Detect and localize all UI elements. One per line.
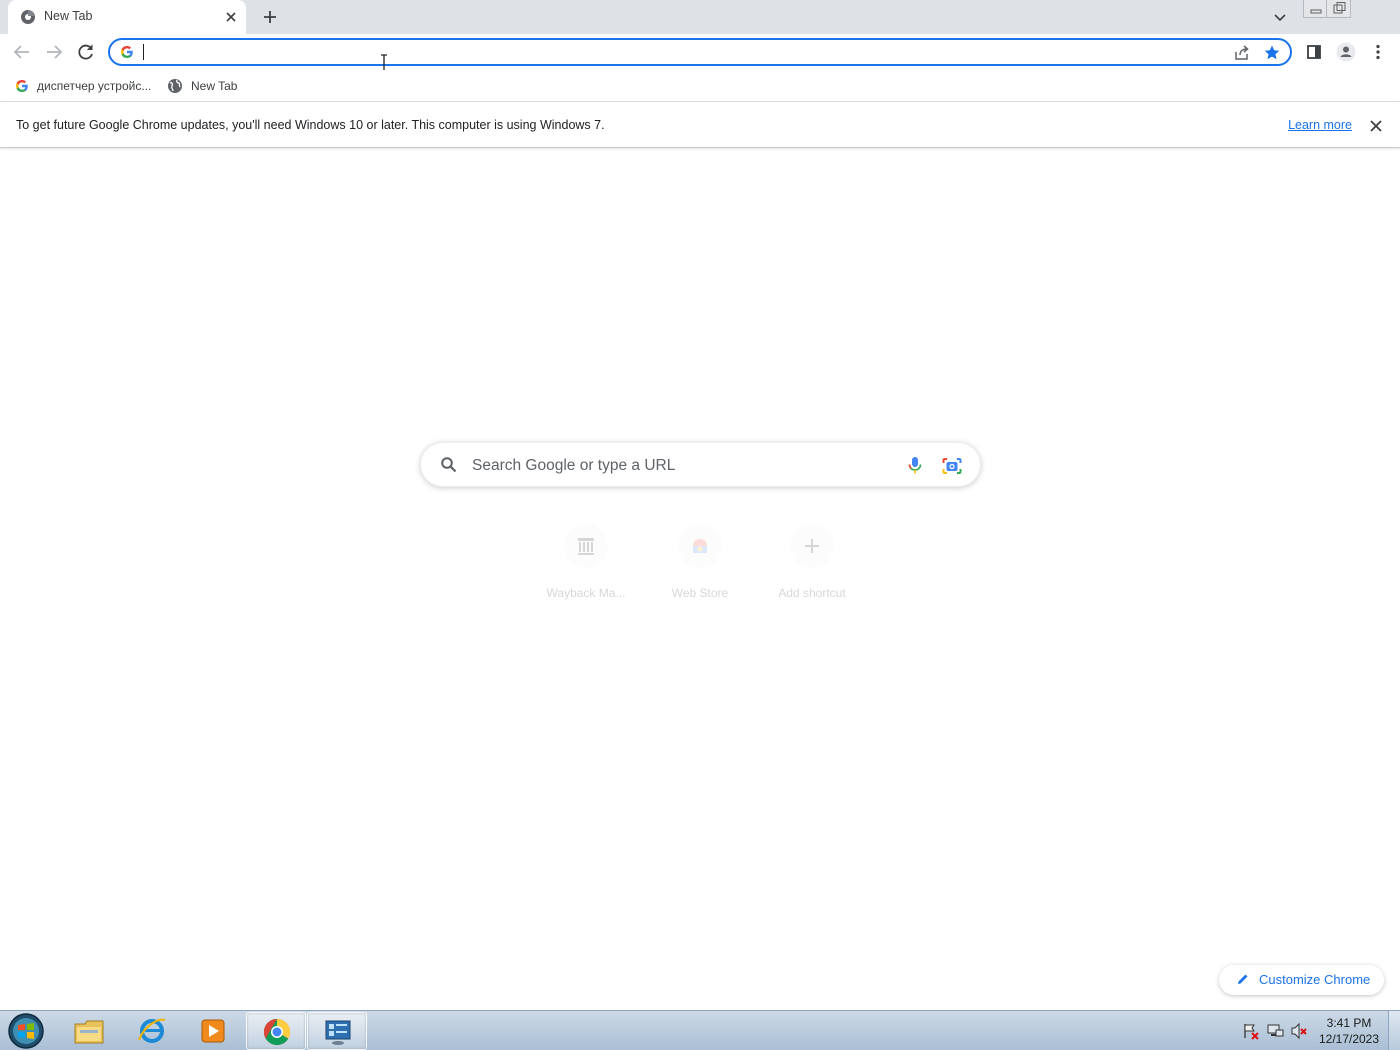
google-g-icon [16,80,28,92]
bookmarks-bar: диспетчер устройс... New Tab [0,70,1400,102]
address-bar[interactable] [108,38,1292,66]
internet-explorer-icon [138,1018,166,1043]
windows-start-orb-icon[interactable] [6,1012,46,1050]
shortcut-label: Wayback Ma... [546,586,626,600]
restore-icon [1333,2,1346,14]
shortcut-wayback-machine[interactable]: Wayback Ma... [530,520,642,604]
infobar-message: To get future Google Chrome updates, you… [16,118,605,132]
bookmark-device-manager[interactable]: диспетчер устройс... [15,76,151,96]
ntp-search-box[interactable]: Search Google or type a URL [420,442,981,487]
folder-icon [74,1020,104,1044]
bookmark-new-tab[interactable]: New Tab [167,76,237,96]
taskbar-control-panel[interactable] [307,1012,367,1050]
add-plus-icon [805,539,819,553]
google-lens-camera-icon[interactable] [941,455,963,477]
search-icon [441,457,457,473]
menu-kebab-icon[interactable] [1367,41,1389,63]
close-tab-icon[interactable] [222,8,240,26]
network-icon[interactable] [1266,1022,1284,1040]
shortcut-tile [678,524,722,568]
archive-building-icon [578,538,594,555]
voice-search-mic-icon[interactable] [905,455,925,475]
taskbar-internet-explorer[interactable] [122,1012,182,1050]
bookmark-label: New Tab [191,79,238,93]
windows-taskbar: 3:41 PM 12/17/2023 [0,1010,1400,1050]
shortcut-tile [564,524,608,568]
shortcut-add[interactable]: Add shortcut [756,520,868,604]
address-bar-text [143,44,144,60]
globe-icon [168,79,182,93]
share-icon[interactable] [1232,43,1252,63]
back-arrow-icon[interactable] [11,41,33,63]
media-player-icon [201,1019,225,1043]
tab-strip: New Tab [0,0,1400,34]
show-desktop-button[interactable] [1388,1011,1400,1050]
customize-chrome-label: Customize Chrome [1259,972,1371,987]
shortcut-tile [790,524,834,568]
update-infobar: To get future Google Chrome updates, you… [0,103,1400,148]
google-g-icon [121,46,133,58]
taskbar-clock[interactable]: 3:41 PM 12/17/2023 [1312,1015,1386,1047]
bookmark-label: диспетчер устройс... [37,79,152,93]
minimize-icon [1310,9,1322,14]
tab-search-chevron-icon[interactable] [1270,7,1290,27]
forward-arrow-icon[interactable] [43,41,65,63]
pencil-edit-icon [1238,974,1248,984]
tab-title: New Tab [44,9,93,23]
shortcut-label: Add shortcut [778,586,846,600]
new-tab-plus-icon[interactable] [259,6,281,28]
taskbar-media-player[interactable] [183,1012,243,1050]
action-center-flag-icon[interactable] [1242,1022,1260,1040]
customize-chrome-button[interactable]: Customize Chrome [1219,965,1384,995]
clock-time: 3:41 PM [1326,1016,1372,1030]
chrome-globe-icon [21,10,35,24]
clock-date: 12/17/2023 [1318,1032,1380,1046]
side-panel-icon[interactable] [1303,41,1325,63]
reload-icon[interactable] [75,41,97,63]
taskbar-file-explorer[interactable] [59,1012,119,1050]
tab-new-tab[interactable]: New Tab [8,0,246,34]
close-infobar-icon[interactable] [1366,116,1386,136]
shortcut-web-store[interactable]: Web Store [644,520,756,604]
ntp-search-placeholder: Search Google or type a URL [472,457,676,474]
web-store-icon [693,539,707,553]
volume-muted-icon[interactable] [1290,1022,1308,1040]
restore-button[interactable] [1327,0,1351,18]
bookmark-star-icon[interactable] [1262,43,1282,63]
learn-more-link[interactable]: Learn more [1288,118,1352,132]
minimize-button[interactable] [1303,0,1327,18]
browser-toolbar [0,34,1400,70]
shortcut-label: Web Store [671,586,729,600]
profile-avatar-icon[interactable] [1335,41,1357,63]
chrome-icon [263,1018,291,1046]
control-panel-icon [325,1020,351,1045]
ntp-shortcuts: Wayback Ma... Web Store Add shortcut [530,520,870,610]
window-controls [1303,0,1351,18]
taskbar-chrome[interactable] [246,1012,306,1050]
